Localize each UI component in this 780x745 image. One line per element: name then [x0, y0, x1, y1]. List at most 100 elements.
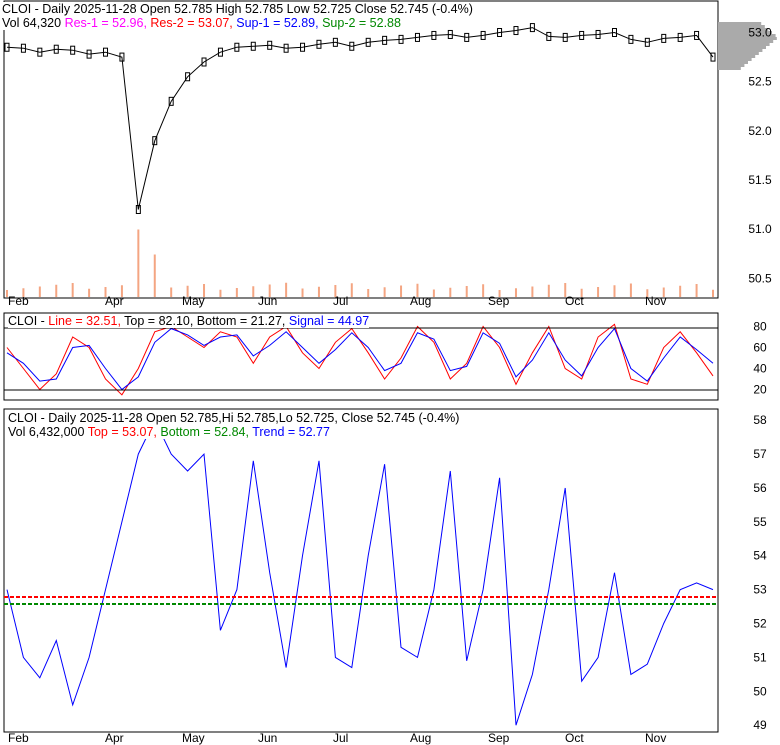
sup1-label: Sup-1 = 52.89, [236, 16, 319, 30]
panel1-legend: Vol 64,320 Res-1 = 52.96, Res-2 = 53.07,… [2, 16, 401, 30]
month-label: Jul [333, 731, 348, 745]
volume-bar [547, 284, 550, 297]
volume-bar [597, 287, 600, 297]
volume-bar [235, 288, 238, 297]
volume-bar [646, 289, 649, 297]
panel2-legend: CLOI - Line = 32.51, Top = 82.10, Bottom… [8, 314, 370, 328]
volume-bar [88, 288, 91, 297]
month-label: Aug [410, 731, 431, 745]
volume-profile-bar [718, 58, 752, 61]
volume-bar [580, 288, 583, 297]
volume-bar [219, 289, 222, 297]
panel3-legend: Vol 6,432,000 Top = 53.07, Bottom = 52.8… [8, 425, 330, 439]
month-label: Jun [258, 731, 277, 745]
month-label: Aug [410, 294, 431, 308]
trend-line [6, 419, 714, 726]
volume-bar [186, 285, 189, 297]
top-bottom-label: Top = 82.10, Bottom = 21.27, [120, 314, 286, 328]
price-tick: 52.5 [748, 75, 772, 89]
volume-bar [301, 288, 304, 297]
volume-bar [383, 287, 386, 297]
stoch-tick: 20 [753, 383, 767, 397]
trend-tick: 53 [753, 583, 767, 597]
stoch-tick: 40 [753, 362, 767, 376]
close-line [6, 27, 714, 210]
signal-label: Signal = 44.97 [288, 314, 370, 328]
trend-tick: 51 [753, 650, 767, 664]
month-label: Feb [8, 294, 29, 308]
month-label: Apr [105, 294, 124, 308]
volume-bar [104, 287, 107, 297]
top-label: Top = 53.07, [87, 425, 157, 439]
price-tick: 51.0 [748, 222, 772, 236]
stoch-line [6, 323, 714, 396]
volume-profile-bar [718, 46, 766, 49]
stoch-tick: 60 [753, 341, 767, 355]
volume-bar [285, 282, 288, 297]
month-label: Nov [645, 731, 666, 745]
trend-tick: 50 [753, 684, 767, 698]
panel-1-frame [3, 0, 719, 299]
trend-tick: 57 [753, 447, 767, 461]
sup2-label: Sup-2 = 52.88 [322, 16, 401, 30]
volume-bar [6, 290, 8, 297]
volume-bar [170, 287, 173, 297]
volume-bar [432, 289, 435, 297]
volume-bar [137, 229, 140, 297]
volume-bar [334, 285, 337, 297]
volume-bar [613, 285, 616, 297]
volume-profile-bar [718, 67, 741, 70]
volume-bar [120, 285, 123, 297]
trend-tick: 55 [753, 515, 767, 529]
panel2-ticker: CLOI - [8, 314, 49, 328]
volume-profile-bar [718, 40, 774, 43]
volume-bar [416, 283, 419, 297]
volume-bar [662, 287, 665, 297]
volume-bar [22, 288, 25, 297]
price-tick: 53.0 [748, 26, 772, 40]
volume-bar [367, 289, 370, 297]
volume-bar [531, 286, 534, 297]
signal-line [6, 327, 714, 391]
volume-profile-bar [718, 61, 748, 64]
volume-bar [712, 289, 714, 297]
trend-tick: 58 [753, 413, 767, 427]
volume-bar [317, 286, 320, 297]
panel1-title: CLOI - Daily 2025-11-28 Open 52.785 High… [2, 2, 473, 16]
month-label: Oct [565, 731, 584, 745]
volume-bar [695, 284, 698, 297]
month-label: Sep [488, 731, 510, 745]
month-label: Feb [8, 731, 29, 745]
res2-label: Res-2 = 53.07, [150, 16, 233, 30]
panel3-volume: Vol 6,432,000 [8, 425, 85, 439]
price-tick: 52.0 [748, 124, 772, 138]
trend-tick: 54 [753, 549, 767, 563]
chart-svg: FebFebAprAprMayMayJunJunJulJulAugAugSepS… [3, 0, 777, 745]
volume-profile-bar [718, 55, 756, 58]
res1-label: Res-1 = 52.96, [64, 16, 147, 30]
volume-bar [203, 284, 206, 297]
month-label: May [182, 731, 205, 745]
panel-3-frame [3, 408, 719, 733]
volume-profile-bar [718, 52, 759, 55]
volume-bar [679, 285, 682, 297]
trend-tick: 49 [753, 718, 767, 732]
month-label: May [182, 294, 205, 308]
stoch-tick: 80 [753, 320, 767, 334]
volume-bar [400, 285, 403, 297]
volume-profile-bar [718, 43, 770, 46]
volume-bar [564, 283, 567, 297]
volume-label: Vol 64,320 [2, 16, 62, 30]
volume-bar [498, 290, 501, 297]
volume-bar [514, 288, 517, 297]
volume-bar [55, 284, 58, 297]
chart-window: Feb Feb Apr Apr May May Jun Jun Jul Jul Aug Aug Sep S… [0, 0, 780, 745]
volume-bar [350, 283, 353, 297]
volume-profile-bar [718, 64, 745, 67]
month-label: Apr [105, 731, 124, 745]
volume-bar [38, 286, 41, 297]
trend-tick: 56 [753, 481, 767, 495]
volume-bar [465, 286, 468, 297]
month-label: Jun [258, 294, 277, 308]
volume-bar [252, 286, 255, 297]
